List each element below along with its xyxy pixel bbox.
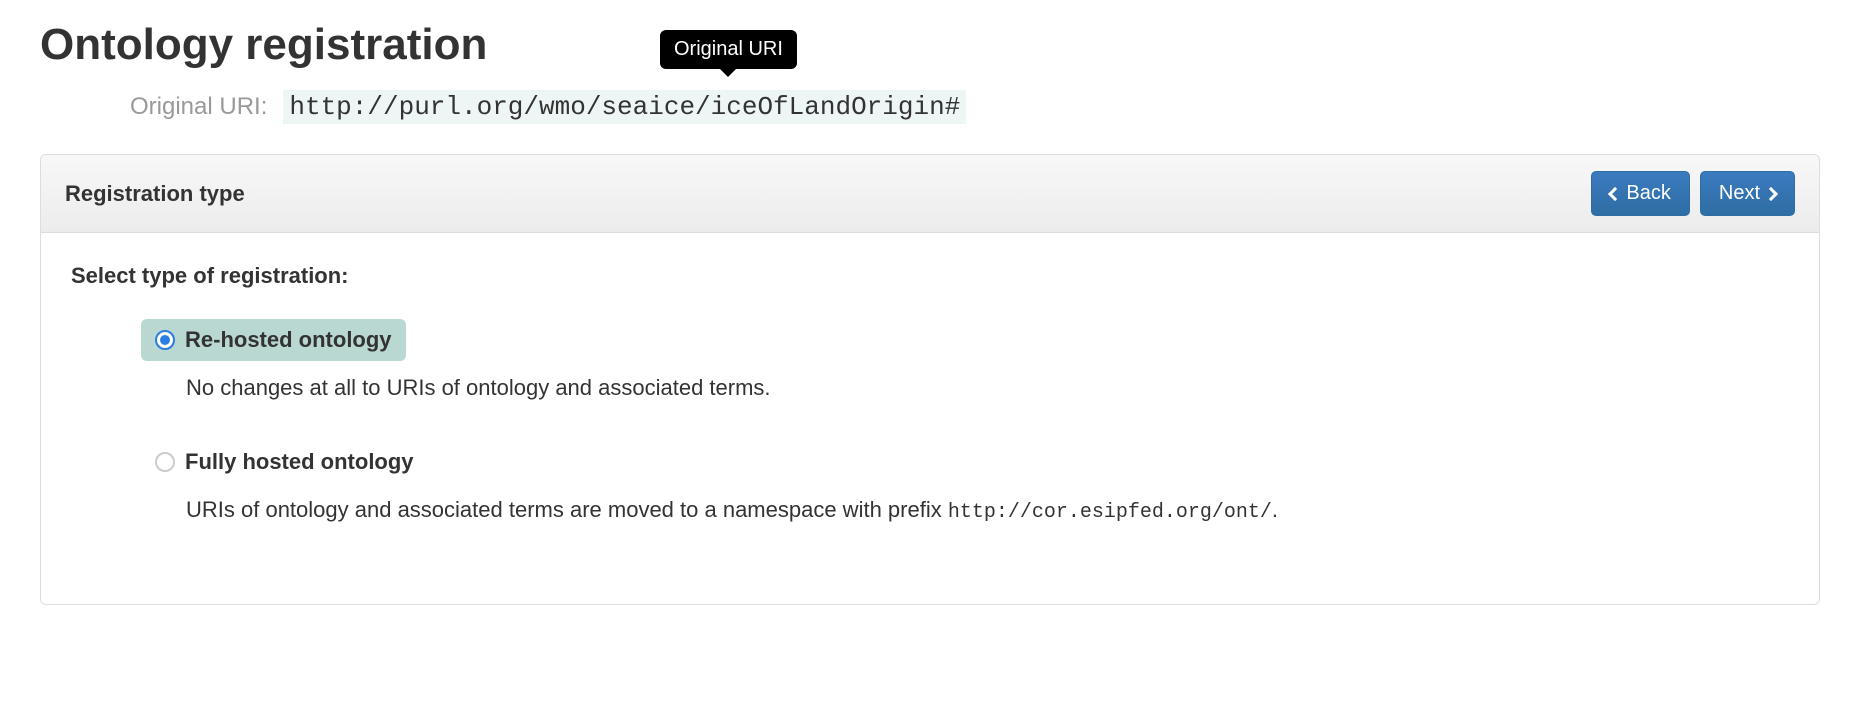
registration-type-panel: Registration type Back Next Select type … bbox=[40, 154, 1820, 605]
next-button-label: Next bbox=[1719, 182, 1760, 205]
radio-fully-hosted[interactable] bbox=[155, 452, 175, 472]
chevron-left-icon bbox=[1608, 186, 1622, 200]
next-button[interactable]: Next bbox=[1700, 171, 1795, 216]
chevron-right-icon bbox=[1764, 186, 1778, 200]
page-title: Ontology registration bbox=[40, 20, 1820, 70]
panel-buttons: Back Next bbox=[1591, 171, 1795, 216]
option-fully-hosted: Fully hosted ontology URIs of ontology a… bbox=[141, 441, 1789, 524]
option-fully-header[interactable]: Fully hosted ontology bbox=[141, 441, 428, 483]
original-uri-tooltip: Original URI bbox=[660, 30, 797, 69]
back-button[interactable]: Back bbox=[1591, 171, 1689, 216]
option-rehosted-desc: No changes at all to URIs of ontology an… bbox=[186, 375, 1789, 401]
section-label: Select type of registration: bbox=[71, 263, 1789, 289]
back-button-label: Back bbox=[1626, 182, 1670, 205]
option-fully-desc-suffix: . bbox=[1272, 497, 1278, 522]
radio-rehosted[interactable] bbox=[155, 330, 175, 350]
original-uri-label: Original URI: bbox=[130, 93, 267, 121]
option-fully-desc-code: http://cor.esipfed.org/ont/ bbox=[948, 501, 1272, 524]
option-fully-desc-prefix: URIs of ontology and associated terms ar… bbox=[186, 497, 948, 522]
option-rehosted: Re-hosted ontology No changes at all to … bbox=[141, 319, 1789, 401]
original-uri-row: Original URI Original URI: http://purl.o… bbox=[130, 90, 1820, 124]
option-fully-desc: URIs of ontology and associated terms ar… bbox=[186, 497, 1789, 524]
panel-body: Select type of registration: Re-hosted o… bbox=[41, 233, 1819, 604]
panel-header: Registration type Back Next bbox=[41, 155, 1819, 233]
option-fully-label: Fully hosted ontology bbox=[185, 449, 414, 475]
option-rehosted-header[interactable]: Re-hosted ontology bbox=[141, 319, 406, 361]
original-uri-value: http://purl.org/wmo/seaice/iceOfLandOrig… bbox=[283, 90, 966, 124]
options-group: Re-hosted ontology No changes at all to … bbox=[141, 319, 1789, 524]
panel-title: Registration type bbox=[65, 181, 245, 207]
option-rehosted-label: Re-hosted ontology bbox=[185, 327, 392, 353]
